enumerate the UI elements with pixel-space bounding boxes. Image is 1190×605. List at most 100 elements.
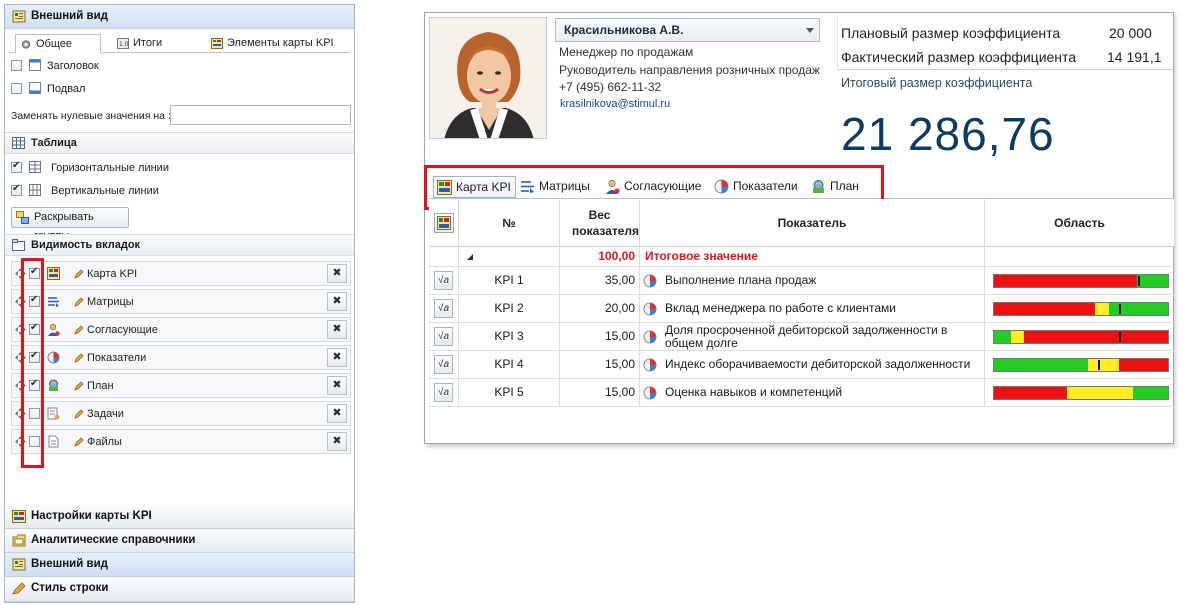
gauge-segment <box>994 359 1088 371</box>
formula-button[interactable]: √a <box>434 383 453 402</box>
pencil-icon[interactable] <box>74 353 84 363</box>
coefficient-divider <box>837 69 1175 70</box>
delete-button[interactable]: ✖ <box>327 264 347 283</box>
kpi-indicator-label: Доля просроченной дебиторской задолженно… <box>665 323 948 350</box>
appearance-tabs: Общее 1.0 Итоги Элементы карты KPI <box>9 33 350 54</box>
chevron-down-icon <box>806 28 814 33</box>
kpi-indicator-cell[interactable]: Вклад менеджера по работе с клиентами <box>640 295 985 323</box>
actual-coefficient-value: 14 191,1 <box>1107 49 1162 65</box>
header-checkbox[interactable] <box>11 60 22 71</box>
appearance-icon <box>12 558 26 571</box>
expand-groups-button[interactable]: Раскрывать группы <box>11 207 129 242</box>
employee-portrait-image <box>430 18 546 138</box>
footer-checkbox[interactable] <box>11 83 22 94</box>
kpi-number: KPI 1 <box>459 267 560 295</box>
table-section-header[interactable]: Таблица <box>5 132 354 154</box>
kpi-area-cell <box>985 295 1175 323</box>
delete-button[interactable]: ✖ <box>327 320 347 339</box>
kpi-area-cell <box>985 323 1175 351</box>
vertical-lines-icon <box>29 184 41 196</box>
delete-button[interactable]: ✖ <box>327 348 347 367</box>
employee-name: Красильникова А.В. <box>564 23 684 37</box>
employee-name-dropdown[interactable]: Красильникова А.В. <box>555 18 820 42</box>
collapse-toggle-icon[interactable] <box>467 254 473 260</box>
horizontal-lines-label: Горизонтальные линии <box>51 162 169 174</box>
kpi-table: № Вес показателя Показатель Область 100,… <box>429 199 1175 409</box>
pencil-icon[interactable] <box>74 297 84 307</box>
column-header-no[interactable]: № <box>459 199 560 247</box>
total-coefficient-value: 21 286,76 <box>841 108 1055 160</box>
formula-button[interactable]: √a <box>434 299 453 318</box>
delete-button[interactable]: ✖ <box>327 404 347 423</box>
section-title: Видимость вкладок <box>31 239 141 251</box>
section-row-style[interactable]: Стиль строки <box>5 577 354 602</box>
section-kpi-map-settings[interactable]: Настройки карты KPI <box>5 505 354 529</box>
section-appearance[interactable]: Внешний вид <box>5 553 354 577</box>
tab-visibility-label: Согласующие <box>87 324 158 336</box>
pencil-icon[interactable] <box>74 269 84 279</box>
kpi-indicator-label: Выполнение плана продаж <box>665 273 817 287</box>
gauge-marker <box>1119 332 1122 342</box>
column-header-weight[interactable]: Вес показателя <box>560 199 640 247</box>
kpi-indicator-cell[interactable]: Индекс оборачиваемости дебиторской задол… <box>640 351 985 379</box>
horizontal-lines-checkbox[interactable] <box>11 160 22 173</box>
pencil-icon[interactable] <box>74 381 84 391</box>
delete-button[interactable]: ✖ <box>327 432 347 451</box>
column-header-area[interactable]: Область <box>985 199 1175 247</box>
employee-role: Руководитель направления розничных прода… <box>559 63 820 77</box>
row-formula-cell: √a <box>429 379 459 407</box>
gear-icon <box>21 40 31 49</box>
matrix-icon <box>48 297 59 307</box>
section-title: Аналитические справочники <box>31 534 196 546</box>
total-row-group-cell[interactable] <box>459 247 560 267</box>
delete-button[interactable]: ✖ <box>327 376 347 395</box>
row-style-icon <box>12 582 26 595</box>
actual-coefficient-label: Фактический размер коэффициента <box>841 49 1077 65</box>
employee-email-link[interactable]: krasilnikova@stimul.ru <box>560 97 670 112</box>
kpi-number: KPI 2 <box>459 295 560 323</box>
tab-visibility-row-plan: План ✖ <box>11 373 351 398</box>
appearance-icon <box>12 10 26 23</box>
kpi-area-cell <box>985 267 1175 295</box>
kpi-map-icon <box>12 510 26 523</box>
zero-replace-input[interactable] <box>170 105 351 125</box>
plan-icon <box>49 379 58 391</box>
pencil-icon[interactable] <box>74 325 84 335</box>
vertical-lines-checkbox[interactable] <box>11 183 22 196</box>
tab-totals[interactable]: 1.0 Итоги <box>113 34 193 54</box>
tab-kpi-elements[interactable]: Элементы карты KPI <box>207 34 337 54</box>
kpi-gauge <box>993 302 1169 316</box>
column-header-indicator[interactable]: Показатель <box>640 199 985 247</box>
horizontal-lines-icon <box>29 161 41 173</box>
gauge-segment <box>1133 387 1168 399</box>
tab-visibility-header[interactable]: Видимость вкладок <box>5 234 354 256</box>
pencil-icon[interactable] <box>74 437 84 447</box>
section-analytic-directories[interactable]: Аналитические справочники <box>5 529 354 553</box>
delete-button[interactable]: ✖ <box>327 292 347 311</box>
tab-general[interactable]: Общее <box>15 34 101 54</box>
column-settings-button[interactable] <box>434 213 454 233</box>
kpi-weight: 15,00 <box>560 323 640 351</box>
section-title: Стиль строки <box>31 582 109 594</box>
kpi-indicator-cell[interactable]: Выполнение плана продаж <box>640 267 985 295</box>
kpi-indicator-cell[interactable]: Доля просроченной дебиторской задолженно… <box>640 323 985 351</box>
kpi-map-icon <box>437 216 451 230</box>
tab-visibility-label: Карта KPI <box>87 268 138 280</box>
formula-button[interactable]: √a <box>434 271 453 290</box>
tab-visibility-row-tasks: Задачи ✖ <box>11 401 351 426</box>
formula-button[interactable]: √a <box>434 355 453 374</box>
formula-button[interactable]: √a <box>434 327 453 346</box>
pencil-icon[interactable] <box>74 409 84 419</box>
gauge-segment <box>1108 303 1168 315</box>
row-formula-cell: √a <box>429 323 459 351</box>
tab-visibility-row-indicators: Показатели ✖ <box>11 345 351 370</box>
row-formula-cell: √a <box>429 267 459 295</box>
kpi-indicator-cell[interactable]: Оценка навыков и компетенций <box>640 379 985 407</box>
section-title: Таблица <box>31 137 77 149</box>
total-label: Итоговое значение <box>640 247 985 267</box>
section-appearance-header[interactable]: Внешний вид <box>5 5 354 29</box>
total-weight: 100,00 <box>560 247 640 267</box>
files-icon <box>48 435 59 448</box>
tab-visibility-row-approvers: Согласующие ✖ <box>11 317 351 342</box>
tab-visibility-label: Файлы <box>87 436 122 448</box>
